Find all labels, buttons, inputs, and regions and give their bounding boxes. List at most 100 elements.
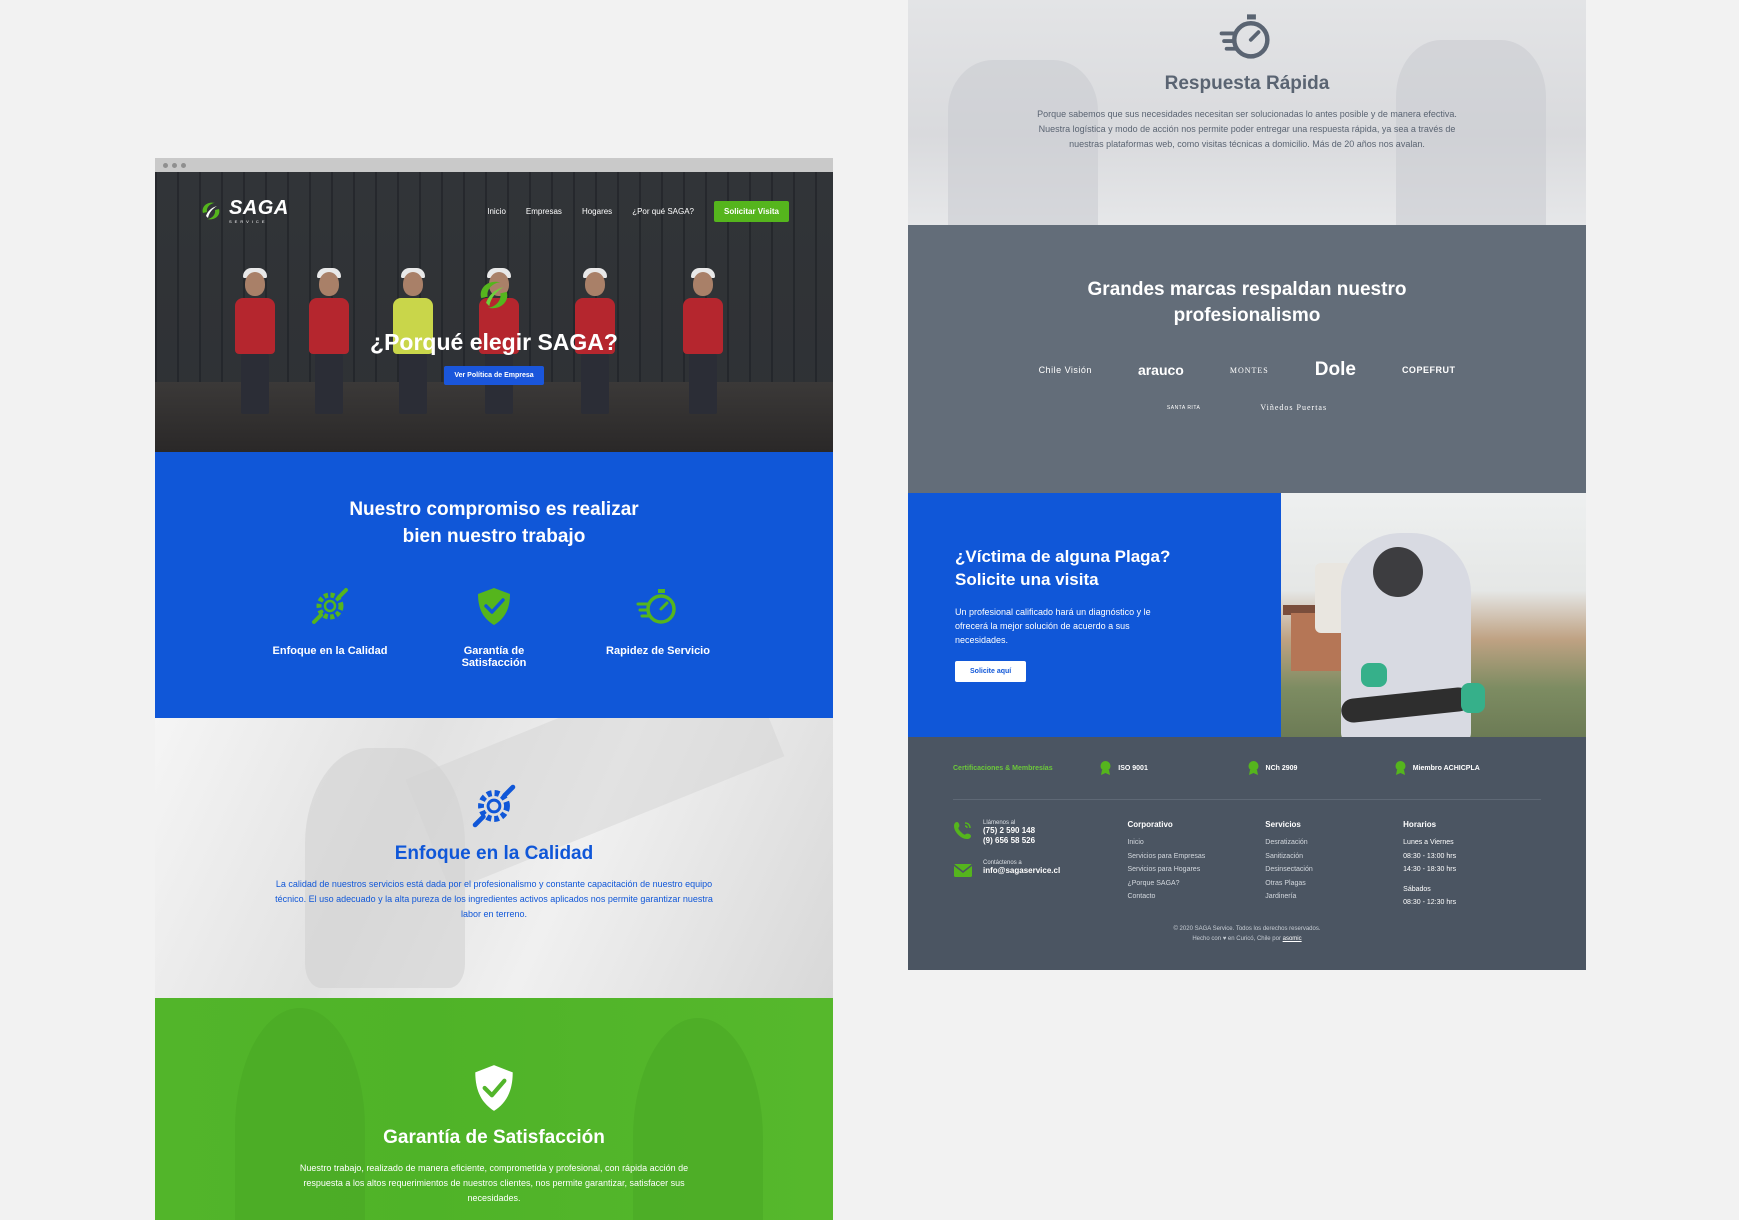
footer-link[interactable]: Desinsectación bbox=[1265, 863, 1403, 877]
footer-col-title: Horarios bbox=[1403, 820, 1437, 829]
main-nav: SAGA SERVICE Inicio Empresas Hogares ¿Po… bbox=[155, 172, 833, 250]
ver-politica-button[interactable]: Ver Política de Empresa bbox=[444, 366, 544, 385]
cert-label: Miembro ACHICPLA bbox=[1412, 764, 1480, 772]
footer-col-title: Corporativo bbox=[1127, 820, 1173, 829]
solicitar-visita-button[interactable]: Solicitar Visita bbox=[714, 200, 789, 222]
phone-contact[interactable]: Llámenos al (75) 2 590 148 (9) 656 58 52… bbox=[953, 820, 1127, 846]
mockup-left: SAGA SERVICE Inicio Empresas Hogares ¿Po… bbox=[155, 158, 833, 1220]
hours-label: Sábados bbox=[1403, 885, 1431, 893]
solicite-aqui-button[interactable]: Solicite aquí bbox=[955, 661, 1027, 682]
brands-section: Grandes marcas respaldan nuestro profesi… bbox=[908, 225, 1586, 493]
cert-label: ISO 9001 bbox=[1118, 764, 1148, 772]
window-dot[interactable] bbox=[163, 162, 168, 168]
browser-bar bbox=[155, 158, 833, 172]
contact-column: Llámenos al (75) 2 590 148 (9) 656 58 52… bbox=[953, 820, 1127, 910]
agency-link[interactable]: asomic bbox=[1283, 936, 1302, 942]
window-dot[interactable] bbox=[181, 162, 186, 168]
hours-value: 08:30 - 13:00 hrs bbox=[1403, 852, 1457, 860]
quality-text: La calidad de nuestros servicios está da… bbox=[275, 879, 713, 919]
footer-link[interactable]: Servicios para Empresas bbox=[1127, 850, 1265, 864]
feature-item: Garantía de Satisfacción bbox=[433, 584, 555, 669]
saga-emblem-icon bbox=[480, 281, 508, 309]
brand-logos: Chile Visión arauco MONTES Dole COPEFRUT bbox=[908, 359, 1586, 381]
phone-icon bbox=[954, 822, 971, 839]
mobile-number[interactable]: (9) 656 58 526 bbox=[983, 836, 1035, 846]
hero-content: ¿Porqué elegir SAGA? Ver Política de Emp… bbox=[155, 276, 833, 385]
brand-logos: SANTA RITA Viñedos Puertas bbox=[908, 403, 1586, 412]
brands-title: Grandes marcas respaldan nuestro profesi… bbox=[1087, 279, 1407, 326]
quality-section: Enfoque en la Calidad La calidad de nues… bbox=[155, 718, 833, 998]
saga-logo-icon bbox=[202, 202, 220, 220]
brand-logo-vinedos-puertas: Viñedos Puertas bbox=[1260, 403, 1328, 412]
footer-link[interactable]: Inicio bbox=[1127, 836, 1265, 850]
nav-link-inicio[interactable]: Inicio bbox=[487, 207, 506, 216]
hours-value: 08:30 - 12:30 hrs bbox=[1403, 899, 1457, 906]
footer-link[interactable]: Otras Plagas bbox=[1265, 877, 1403, 891]
certifications-row: Certificaciones & Membresías ISO 9001 NC… bbox=[953, 757, 1541, 800]
mail-icon bbox=[953, 864, 973, 877]
satisfaction-text: Nuestro trabajo, realizado de manera efi… bbox=[299, 1163, 689, 1203]
hours-value: 14:30 - 18:30 hrs bbox=[1403, 866, 1457, 873]
feature-item: Enfoque en la Calidad bbox=[269, 584, 391, 669]
footer-col-horarios: Horarios Lunes a Viernes 08:30 - 13:00 h… bbox=[1403, 820, 1541, 910]
fumigation-photo bbox=[1281, 493, 1586, 737]
brand-logo-santa-rita: SANTA RITA bbox=[1166, 404, 1201, 411]
feature-label: Rapidez de Servicio bbox=[606, 645, 710, 657]
satisfaction-title: Garantía de Satisfacción bbox=[383, 1127, 605, 1148]
award-badge-icon bbox=[1248, 761, 1259, 775]
feature-label: Garantía de Satisfacción bbox=[461, 645, 527, 669]
footer-link[interactable]: Jardinería bbox=[1265, 890, 1403, 904]
footer-link[interactable]: ¿Porque SAGA? bbox=[1127, 877, 1265, 891]
quality-gear-icon bbox=[472, 784, 516, 828]
brand-logo-montes: MONTES bbox=[1229, 365, 1269, 375]
cert-label: NCh 2909 bbox=[1265, 764, 1298, 772]
cert-item: NCh 2909 bbox=[1247, 760, 1394, 776]
brand-logo-dole: Dole bbox=[1314, 359, 1356, 380]
cert-item: Miembro ACHICPLA bbox=[1394, 760, 1541, 776]
nav-link-porque-saga[interactable]: ¿Por qué SAGA? bbox=[632, 207, 694, 216]
nav-link-empresas[interactable]: Empresas bbox=[526, 207, 562, 216]
stopwatch-icon bbox=[1219, 14, 1270, 59]
footer-link[interactable]: Sanitización bbox=[1265, 850, 1403, 864]
copyright: © 2020 SAGA Service. Todos los derechos … bbox=[953, 924, 1541, 944]
plague-cta-panel: ¿Víctima de alguna Plaga? Solicite una v… bbox=[908, 493, 1281, 737]
cert-item: ISO 9001 bbox=[1099, 760, 1246, 776]
feature-list: Enfoque en la Calidad Garantía de Satisf… bbox=[155, 584, 833, 669]
plague-text: Un profesional calificado hará un diagnó… bbox=[955, 607, 1151, 645]
shield-check-icon bbox=[475, 1065, 513, 1111]
footer-col-servicios: Servicios Desratización Sanitización Des… bbox=[1265, 820, 1403, 910]
certifications-title: Certificaciones & Membresías bbox=[953, 764, 1053, 772]
window-dot[interactable] bbox=[172, 162, 177, 168]
logo-text: SAGA bbox=[229, 197, 289, 219]
hero-section: SAGA SERVICE Inicio Empresas Hogares ¿Po… bbox=[155, 172, 833, 452]
commitment-section: Nuestro compromiso es realizar bien nues… bbox=[155, 452, 833, 718]
email-contact[interactable]: Contáctenos a info@sagaservice.cl bbox=[953, 860, 1127, 880]
feature-label: Enfoque en la Calidad bbox=[272, 645, 388, 657]
footer-col-corporativo: Corporativo Inicio Servicios para Empres… bbox=[1127, 820, 1265, 910]
footer: Certificaciones & Membresías ISO 9001 NC… bbox=[908, 737, 1586, 970]
footer-link[interactable]: Contacto bbox=[1127, 890, 1265, 904]
satisfaction-section: Garantía de Satisfacción Nuestro trabajo… bbox=[155, 998, 833, 1220]
shield-check-icon bbox=[478, 588, 510, 625]
brand-logo-arauco: arauco bbox=[1137, 362, 1184, 378]
footer-columns: Llámenos al (75) 2 590 148 (9) 656 58 52… bbox=[953, 820, 1541, 910]
hours-label: Lunes a Viernes bbox=[1403, 839, 1454, 846]
footer-col-title: Servicios bbox=[1265, 820, 1301, 829]
phone-number[interactable]: (75) 2 590 148 bbox=[983, 826, 1035, 836]
footer-link[interactable]: Servicios para Hogares bbox=[1127, 863, 1265, 877]
logo-subtext: SERVICE bbox=[229, 219, 268, 224]
rapid-response-section: Respuesta Rápida Porque sabemos que sus … bbox=[908, 0, 1586, 225]
rapid-text: Porque sabemos que sus necesidades neces… bbox=[1037, 109, 1457, 149]
made-with-text: Hecho con ♥ en Curicó, Chile por bbox=[1192, 935, 1281, 942]
commitment-title: Nuestro compromiso es realizar bien nues… bbox=[349, 499, 639, 547]
plague-cta-section: ¿Víctima de alguna Plaga? Solicite una v… bbox=[908, 493, 1586, 737]
footer-link[interactable]: Desratización bbox=[1265, 836, 1403, 850]
copyright-line: © 2020 SAGA Service. Todos los derechos … bbox=[1173, 925, 1321, 932]
nav-link-hogares[interactable]: Hogares bbox=[582, 207, 612, 216]
quality-title: Enfoque en la Calidad bbox=[394, 843, 594, 864]
email-address[interactable]: info@sagaservice.cl bbox=[983, 866, 1060, 876]
saga-logo[interactable]: SAGA SERVICE bbox=[199, 198, 289, 224]
rapid-title: Respuesta Rápida bbox=[1164, 73, 1330, 94]
award-badge-icon bbox=[1395, 761, 1406, 775]
award-badge-icon bbox=[1100, 761, 1111, 775]
